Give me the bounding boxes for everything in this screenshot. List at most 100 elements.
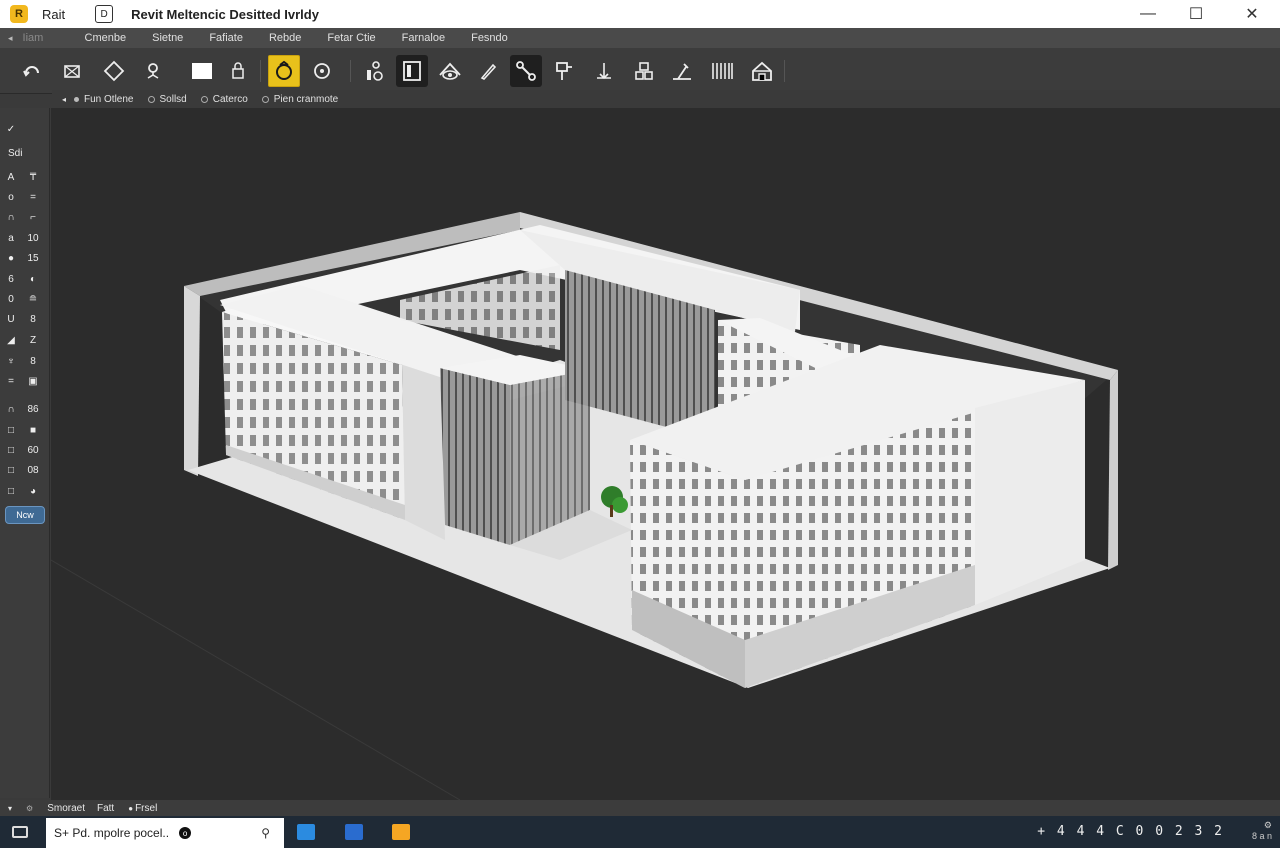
new-button[interactable]: Ncw	[5, 506, 45, 524]
title-bar: R Rait D Revit Meltencic Desitted Ivrldy…	[0, 0, 1280, 28]
panel-row-icon: ∩	[7, 403, 15, 415]
eye-icon[interactable]	[434, 55, 466, 87]
panel-row[interactable]: □ ■	[0, 421, 50, 439]
app-icon-folder[interactable]	[392, 824, 410, 840]
pin-icon[interactable]	[137, 55, 169, 87]
app-name: Rait	[42, 6, 66, 22]
panel-row[interactable]: 6 ◐	[0, 270, 50, 288]
radio-icon	[261, 95, 269, 103]
panel-row[interactable]: □ 08	[0, 461, 50, 479]
panel-row-icon: a	[8, 232, 14, 244]
target-icon[interactable]	[306, 55, 338, 87]
ribbon-toolbar	[0, 48, 1280, 94]
status-bar: ▾ ⚙ Smoraet Fatt ● Frsel	[0, 800, 1280, 816]
window-title: Revit Meltencic Desitted Ivrldy	[131, 6, 319, 22]
panel-row-value: 86	[27, 403, 39, 415]
panel-row[interactable]: □ 60	[0, 441, 50, 459]
lock-icon[interactable]	[222, 55, 254, 87]
3d-viewport[interactable]	[51, 108, 1280, 800]
tag-icon[interactable]	[548, 55, 580, 87]
panel-row[interactable]: = ▣	[0, 372, 50, 390]
panel-row[interactable]: ∩ 86	[0, 400, 50, 418]
taskbar-search[interactable]: S+ Pd. mpolre pocel.. o ⚲	[46, 818, 284, 848]
panel-row-icon: ∩	[7, 211, 15, 223]
panel-row[interactable]: A ₸	[0, 168, 50, 186]
panel-row-value: ◐	[29, 273, 37, 285]
option-item[interactable]: Caterco	[200, 94, 248, 105]
option-label: Fun Otlene	[84, 93, 134, 105]
status-radio-icon[interactable]: ●	[128, 804, 133, 813]
panel-row-icon: =	[8, 375, 14, 387]
panel-row-icon: ◢	[7, 334, 15, 346]
curtain-wall-icon[interactable]	[706, 55, 738, 87]
stair-icon[interactable]	[588, 55, 620, 87]
menu-tab[interactable]: Farnaloe	[398, 32, 449, 44]
tray-icons[interactable]: ⚙ 8 a n	[1252, 820, 1272, 842]
bullet-icon	[74, 96, 80, 102]
panel-row[interactable]: 0 ≘	[0, 290, 50, 308]
app-icon-browser[interactable]	[297, 824, 315, 840]
pen-icon[interactable]	[472, 55, 504, 87]
orbit-icon[interactable]	[268, 55, 300, 87]
panel-row[interactable]: ● 15	[0, 249, 50, 267]
door-icon[interactable]	[396, 55, 428, 87]
status-item[interactable]: Frsel	[135, 803, 157, 814]
option-item[interactable]: Pien cranmote	[261, 93, 339, 105]
panel-check-icon[interactable]: ✓	[0, 120, 50, 138]
panel-row-value: 10	[27, 232, 39, 244]
panel-row[interactable]: U8	[0, 310, 50, 328]
panel-row[interactable]: □ ◕	[0, 482, 50, 500]
panel-row-icon: □	[7, 485, 15, 497]
panel-row-icon: ♆	[7, 355, 15, 367]
panel-row-icon: 0	[8, 293, 14, 305]
collapse-arrow-icon[interactable]: ◂	[62, 95, 66, 104]
panel-row[interactable]: o =	[0, 188, 50, 206]
connector-icon[interactable]	[510, 55, 542, 87]
menu-tab[interactable]: Fesndo	[467, 32, 512, 44]
menu-tab[interactable]: Cmenbe	[81, 32, 131, 44]
section-box-icon[interactable]	[56, 55, 88, 87]
option-item[interactable]: Sollsd	[147, 93, 187, 105]
rotate-icon[interactable]	[16, 55, 48, 87]
search-text: S+ Pd. mpolre pocel..	[54, 826, 170, 840]
panel-row-value: ≘	[28, 293, 38, 305]
back-arrow-icon[interactable]: ◂	[8, 33, 13, 44]
status-item[interactable]: Smoraet	[47, 803, 85, 814]
diamond-icon[interactable]	[98, 55, 130, 87]
system-tray[interactable]: + 4 4 4 C 0 0 2 3 2	[1037, 824, 1224, 839]
home-icon[interactable]	[746, 55, 778, 87]
close-button[interactable]: ✕	[1228, 0, 1276, 28]
panel-row-icon: 6	[8, 273, 14, 285]
menu-tab[interactable]: Rebde	[265, 32, 305, 44]
panel-row[interactable]: ∩ ⌐	[0, 208, 50, 226]
menu-tab[interactable]: Fetar Ctie	[323, 32, 379, 44]
trim-icon[interactable]	[666, 55, 698, 87]
menu-home[interactable]: Iiam	[23, 32, 63, 44]
panel-row[interactable]: ◢ Z	[0, 331, 50, 349]
status-item[interactable]: Fatt	[97, 803, 114, 814]
assistant-icon[interactable]: ⚲	[261, 826, 270, 840]
app-icon-store[interactable]	[345, 824, 363, 840]
component-icon[interactable]	[358, 55, 390, 87]
building-model[interactable]	[51, 108, 1280, 800]
status-gear-icon[interactable]: ⚙	[26, 804, 33, 813]
rectangle-icon[interactable]	[186, 55, 218, 87]
panel-row-icon: A	[7, 171, 15, 183]
document-icon[interactable]: D	[95, 5, 114, 23]
option-item[interactable]: Fun Otlene	[74, 93, 134, 105]
group-icon[interactable]	[628, 55, 660, 87]
panel-row-icon: ●	[7, 252, 15, 264]
menu-tab[interactable]: Sietne	[148, 32, 187, 44]
maximize-button[interactable]: ☐	[1172, 0, 1220, 28]
start-button[interactable]	[12, 826, 28, 838]
panel-row-value: Z	[29, 334, 37, 346]
panel-row-value: 8	[30, 313, 36, 325]
menu-tab[interactable]: Fafiate	[205, 32, 247, 44]
option-label: Sollsd	[159, 93, 187, 105]
panel-row-value: ◕	[29, 485, 37, 497]
panel-row[interactable]: ♆ 8	[0, 352, 50, 370]
minimize-button[interactable]: —	[1124, 0, 1172, 28]
panel-row[interactable]: a 10	[0, 229, 50, 247]
option-label: Pien cranmote	[273, 93, 339, 105]
status-arrow-icon[interactable]: ▾	[8, 804, 12, 813]
